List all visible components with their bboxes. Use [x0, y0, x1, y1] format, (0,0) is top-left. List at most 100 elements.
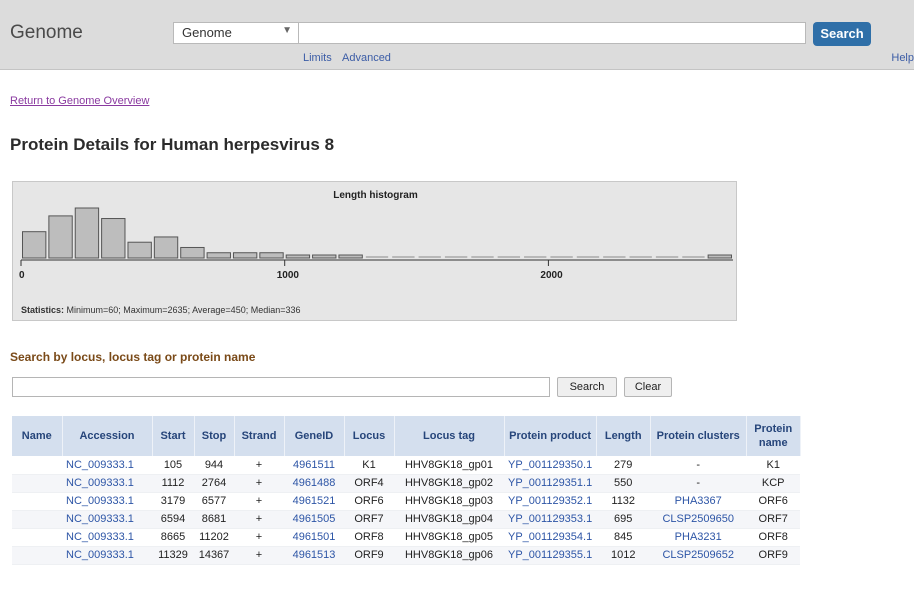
column-header-start[interactable]: Start: [152, 416, 195, 456]
clear-button[interactable]: Clear: [624, 377, 672, 397]
strand-cell: +: [234, 546, 284, 565]
accession-cell[interactable]: NC_009333.1: [62, 546, 152, 565]
statistics-values: Minimum=60; Maximum=2635; Average=450; M…: [64, 305, 301, 315]
locus-cell: ORF8: [344, 528, 394, 547]
database-select[interactable]: Genome ▼: [173, 22, 299, 44]
locus-search-title: Search by locus, locus tag or protein na…: [10, 350, 256, 364]
start-cell: 105: [152, 456, 194, 475]
name-cell: [12, 492, 62, 511]
protein-name-cell: K1: [746, 456, 801, 475]
protein-product-cell[interactable]: YP_001129353.1: [504, 510, 597, 529]
stop-cell: 11202: [194, 528, 234, 547]
start-cell: 8665: [152, 528, 194, 547]
protein-product-cell[interactable]: YP_001129350.1: [504, 456, 597, 475]
accession-cell[interactable]: NC_009333.1: [62, 510, 152, 529]
statistics-label: Statistics:: [21, 305, 65, 315]
table-row[interactable]: NC_009333.1 8665 11202 +4961501 ORF8 HHV8GK18…: [12, 528, 801, 547]
histogram-bar: [48, 215, 73, 259]
histogram-bar: [180, 246, 205, 259]
advanced-link[interactable]: Advanced: [342, 52, 391, 64]
length-cell: 1012: [596, 546, 651, 565]
chevron-down-icon: ▼: [282, 25, 292, 36]
protein-clusters-cell[interactable]: CLSP2509650: [650, 510, 747, 529]
column-header-stop[interactable]: Stop: [194, 416, 235, 456]
protein-product-cell[interactable]: YP_001129351.1: [504, 474, 597, 493]
geneid-cell[interactable]: 4961521: [284, 492, 344, 511]
column-header-geneid[interactable]: GeneID: [284, 416, 345, 456]
protein-table: Name Accession Start Stop Strand GeneID …: [12, 416, 801, 565]
length-cell: 1132: [596, 492, 651, 511]
geneid-cell[interactable]: 4961488: [284, 474, 344, 493]
protein-product-cell[interactable]: YP_001129352.1: [504, 492, 597, 511]
strand-cell: +: [234, 510, 284, 529]
accession-cell[interactable]: NC_009333.1: [62, 528, 152, 547]
histogram-bar: [285, 254, 311, 259]
column-header-locus[interactable]: Locus: [344, 416, 395, 456]
search-input[interactable]: [299, 22, 806, 44]
accession-cell[interactable]: NC_009333.1: [62, 474, 152, 493]
accession-cell[interactable]: NC_009333.1: [62, 456, 152, 475]
locus-tag-cell: HHV8GK18_gp03: [394, 492, 504, 511]
table-row[interactable]: NC_009333.1 1112 2764 +4961488 ORF4 HHV8GK18_…: [12, 474, 801, 493]
geneid-cell[interactable]: 4961513: [284, 546, 344, 565]
search-button[interactable]: Search: [813, 22, 871, 46]
locus-tag-cell: HHV8GK18_gp04: [394, 510, 504, 529]
column-header-locus-tag[interactable]: Locus tag: [394, 416, 505, 456]
locus-cell: K1: [344, 456, 394, 475]
column-header-length[interactable]: Length: [596, 416, 651, 456]
geneid-cell[interactable]: 4961505: [284, 510, 344, 529]
locus-cell: ORF7: [344, 510, 394, 529]
column-header-protein-clusters[interactable]: Protein clusters: [650, 416, 747, 456]
help-link[interactable]: Help: [891, 52, 914, 64]
protein-product-cell[interactable]: YP_001129355.1: [504, 546, 597, 565]
column-header-accession[interactable]: Accession: [62, 416, 153, 456]
table-row[interactable]: NC_009333.1 105 944 +4961511 K1 HHV8GK18_gp01…: [12, 456, 801, 475]
accession-cell[interactable]: NC_009333.1: [62, 492, 152, 511]
table-row[interactable]: NC_009333.1 11329 14367 +4961513 ORF9 HHV8GK1…: [12, 546, 801, 565]
column-header-name[interactable]: Name: [12, 416, 63, 456]
protein-name-cell: ORF7: [746, 510, 801, 529]
column-header-protein-product[interactable]: Protein product: [504, 416, 597, 456]
length-cell: 279: [596, 456, 651, 475]
return-to-overview-link[interactable]: Return to Genome Overview: [10, 95, 149, 107]
stop-cell: 944: [194, 456, 234, 475]
column-header-protein-name[interactable]: Protein name: [746, 416, 801, 456]
limits-link[interactable]: Limits: [303, 52, 332, 64]
start-cell: 6594: [152, 510, 194, 529]
database-select-value: Genome: [182, 25, 232, 40]
protein-clusters-cell[interactable]: PHA3231: [650, 528, 747, 547]
genome-logo[interactable]: Genome: [10, 22, 83, 44]
stop-cell: 8681: [194, 510, 234, 529]
stop-cell: 14367: [194, 546, 234, 565]
locus-search-input[interactable]: [12, 377, 550, 397]
locus-cell: ORF9: [344, 546, 394, 565]
locus-cell: ORF4: [344, 474, 394, 493]
protein-name-cell: ORF6: [746, 492, 801, 511]
table-row[interactable]: NC_009333.1 3179 6577 +4961521 ORF6 HHV8GK18_…: [12, 492, 801, 511]
strand-cell: +: [234, 474, 284, 493]
page-title: Protein Details for Human herpesvirus 8: [10, 135, 335, 154]
top-search-bar: Genome Genome ▼ Search Limits Advanced H…: [0, 0, 914, 70]
histogram-statistics: Statistics: Minimum=60; Maximum=2635; Av…: [21, 305, 301, 315]
histogram-tick-label: 2000: [540, 270, 563, 281]
stop-cell: 2764: [194, 474, 234, 493]
histogram-bar: [127, 241, 152, 259]
locus-cell: ORF6: [344, 492, 394, 511]
column-header-strand[interactable]: Strand: [234, 416, 285, 456]
start-cell: 3179: [152, 492, 194, 511]
protein-product-cell[interactable]: YP_001129354.1: [504, 528, 597, 547]
histogram-bar: [312, 254, 337, 259]
histogram-tick-label: 0: [19, 270, 25, 281]
protein-clusters-cell[interactable]: CLSP2509652: [650, 546, 747, 565]
name-cell: [12, 546, 62, 565]
geneid-cell[interactable]: 4961511: [284, 456, 344, 475]
histogram-bar: [206, 252, 231, 259]
locus-search-button[interactable]: Search: [557, 377, 617, 397]
protein-clusters-cell[interactable]: PHA3367: [650, 492, 747, 511]
histogram-tick-label: 1000: [277, 270, 300, 281]
protein-name-cell: ORF8: [746, 528, 801, 547]
geneid-cell[interactable]: 4961501: [284, 528, 344, 547]
name-cell: [12, 474, 62, 493]
strand-cell: +: [234, 528, 284, 547]
table-row[interactable]: NC_009333.1 6594 8681 +4961505 ORF7 HHV8GK18_…: [12, 510, 801, 529]
